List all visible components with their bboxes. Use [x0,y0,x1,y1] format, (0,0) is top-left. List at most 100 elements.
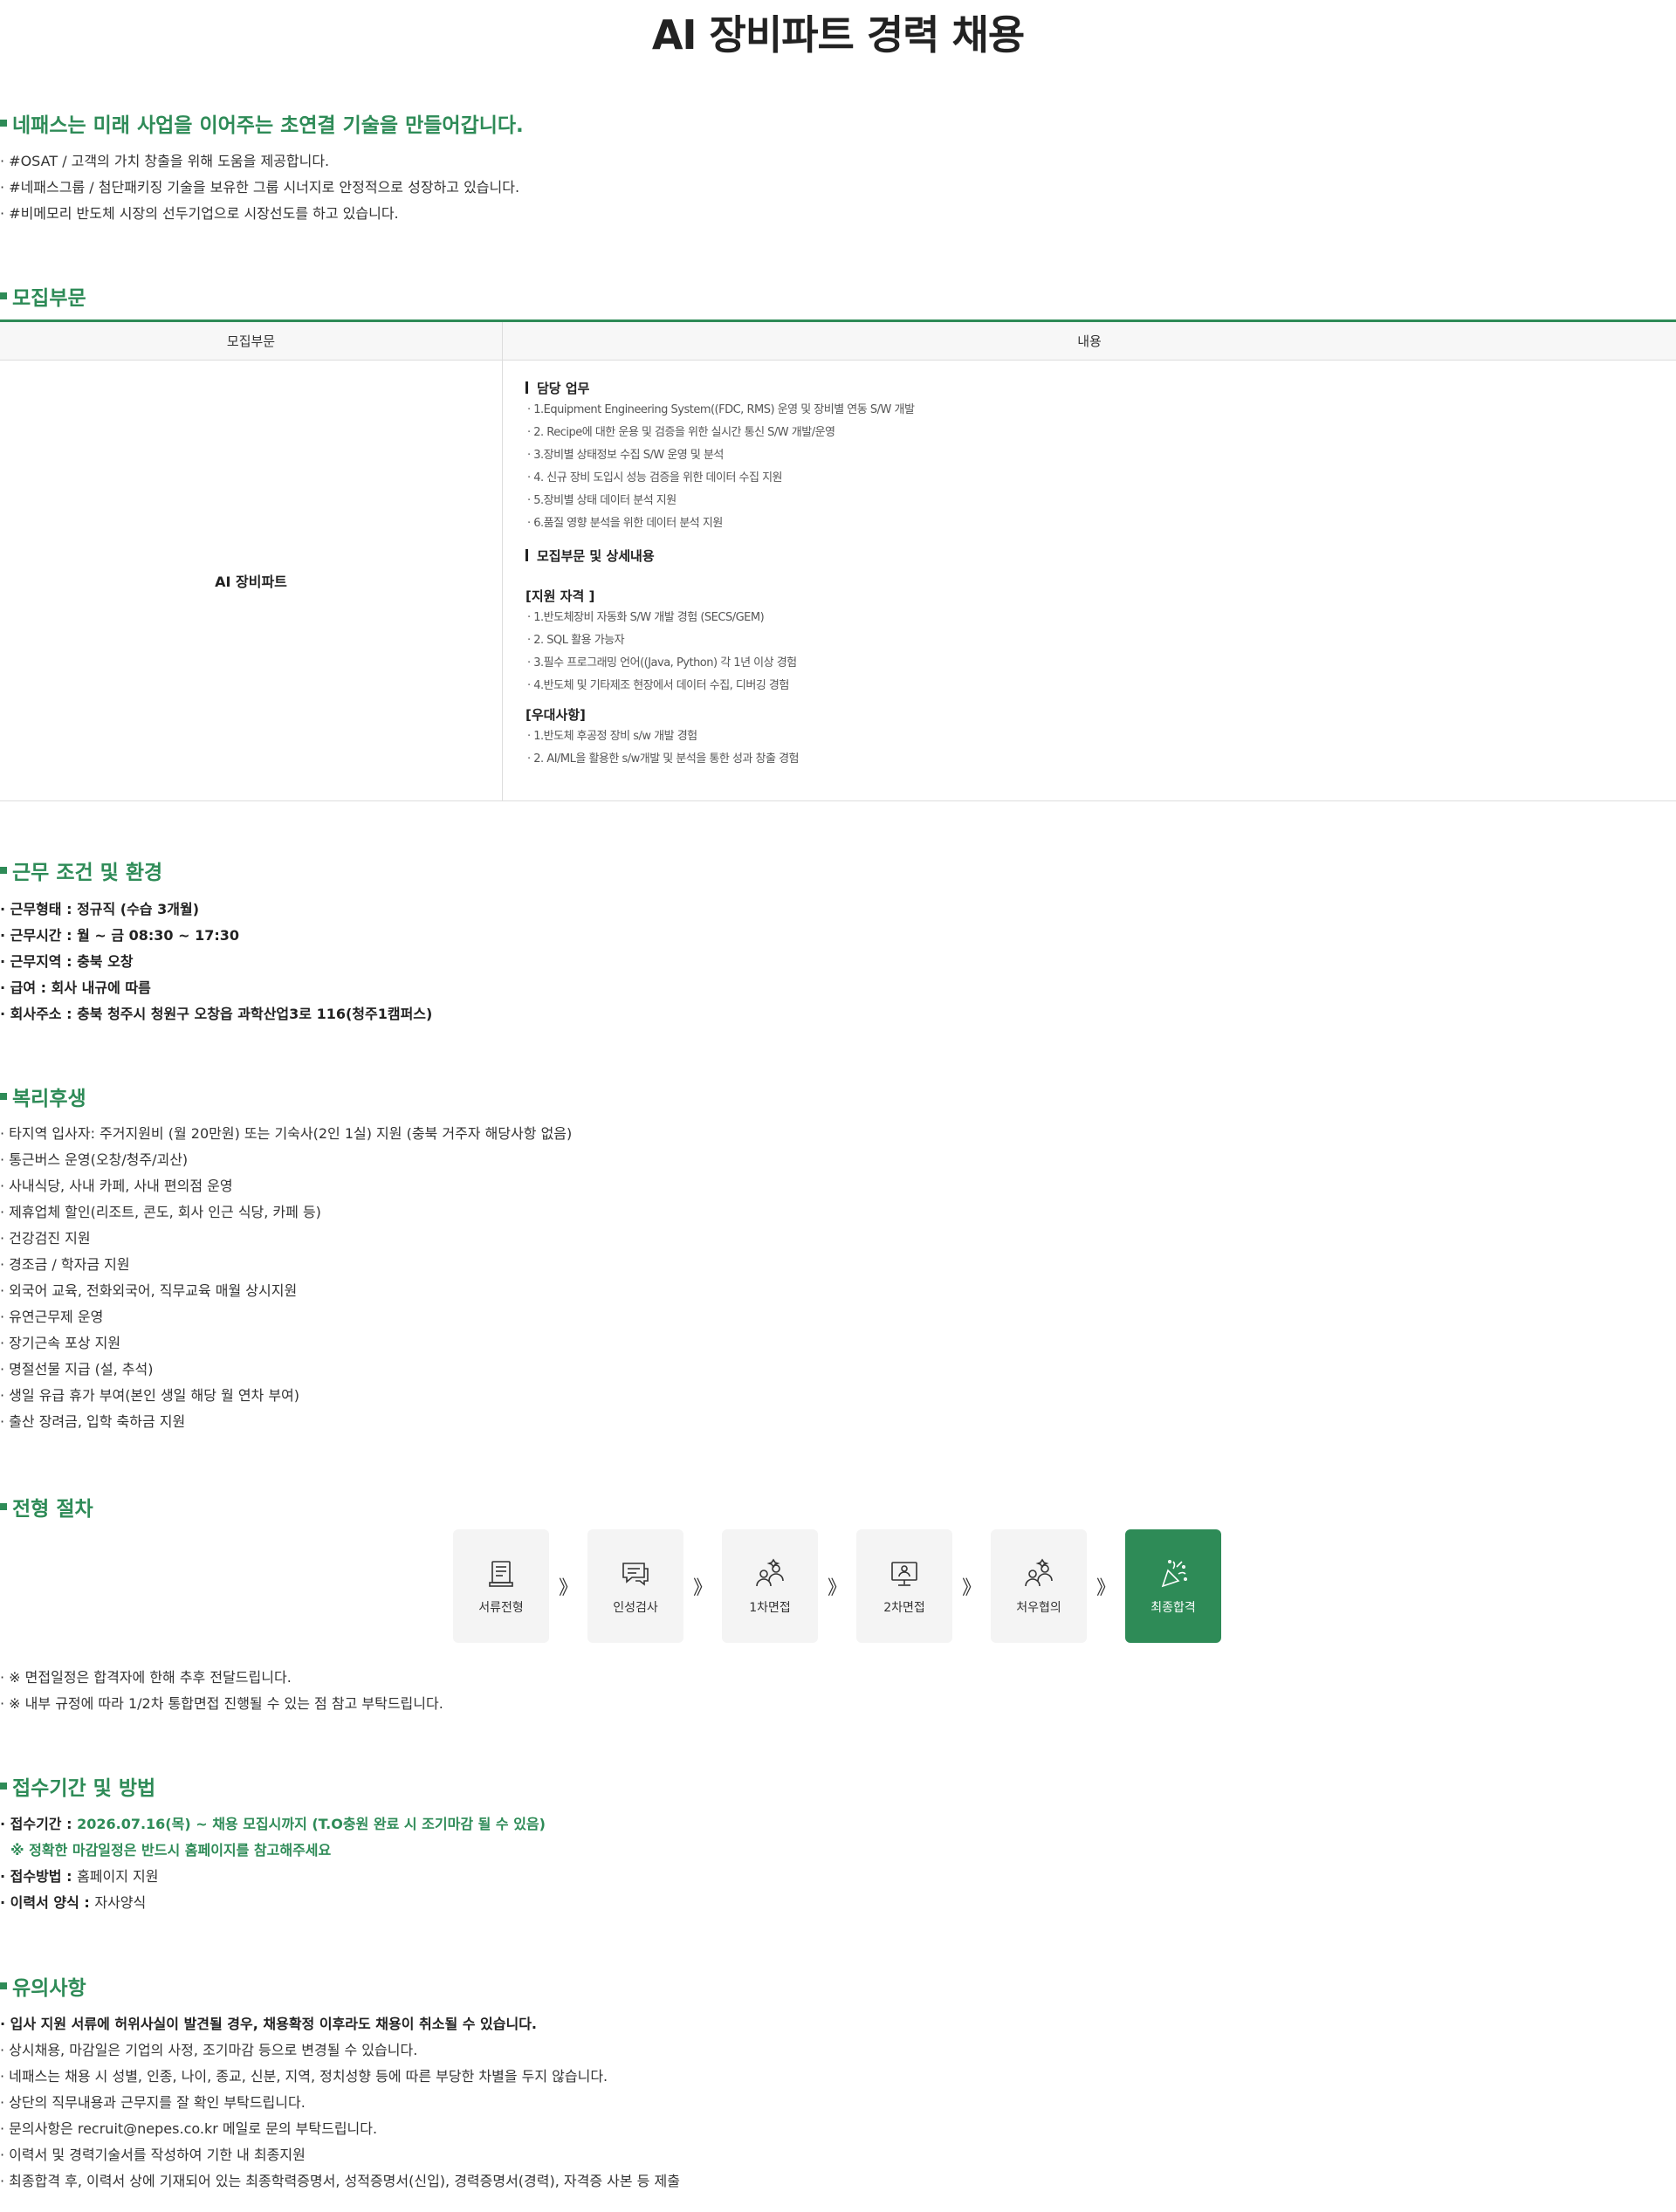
notice-heading-text: 유의사항 [12,1977,86,2000]
intro-line: · #네패스그룹 / 첨단패키징 기술을 보유한 그룹 시너지로 안정적으로 성… [0,179,520,196]
welfare-line: · 외국어 교육, 전화외국어, 직무교육 매월 상시지원 [0,1282,298,1299]
notice-heading: 유의사항 [0,1971,86,2001]
welfare-line: · 사내식당, 사내 카페, 사내 편의점 운영 [0,1178,233,1194]
people-icon [752,1556,787,1591]
notice-line: · 네패스는 채용 시 성별, 인종, 나이, 종교, 신분, 지역, 정치성향… [0,2068,608,2085]
chevron-right-icon: 》 [558,1577,578,1599]
notice-list: · 입사 지원 서류에 허위사실이 발견될 경우, 채용확정 이후라도 채용이 … [0,2011,1659,2195]
recruit-heading-text: 모집부문 [12,287,86,310]
qual-item: · 1.반도체장비 자동화 S/W 개발 경험 (SECS/GEM) [527,611,765,624]
step-label: 최종합격 [1151,1601,1196,1615]
title-bar [525,381,528,394]
apply-period: · 접수기간 : 2026.07.16(목) ~ 채용 모집시까지 (T.O충원… [0,1811,1659,1838]
pref-title: [우대사항] [525,707,586,723]
welfare-line: · 명절선물 지급 (설, 추석) [0,1361,154,1377]
welfare-line: · 출산 장려금, 입학 축하금 지원 [0,1413,186,1430]
column-header-content: 내용 [1077,333,1102,349]
conditions-heading-text: 근무 조건 및 환경 [12,862,163,884]
conditions-list: · 근무형태 : 정규직 (수습 3개월) · 근무시간 : 월 ~ 금 08:… [0,896,1659,1027]
pref-item: · 1.반도체 후공정 장비 s/w 개발 경험 [527,730,697,743]
method-value: 홈페이지 지원 [77,1868,159,1885]
process-step-document: 서류전형 [453,1529,549,1643]
qual-item: · 3.필수 프로그래밍 언어((Java, Python) 각 1년 이상 경… [527,656,797,670]
welfare-line: · 장기근속 포상 지원 [0,1335,121,1351]
intro-line: · #비메모리 반도체 시장의 선두기업으로 시장선도를 하고 있습니다. [0,205,399,222]
condition-line: · 회사주소 : 충북 청주시 청원구 오창읍 과학산업3로 116(청주1캠퍼… [0,1006,433,1022]
intro-heading: 네패스는 미래 사업을 이어주는 초연결 기술을 만들어갑니다. [0,108,524,138]
qual-item: · 4.반도체 및 기타제조 현장에서 데이터 수집, 디버깅 경험 [527,679,789,692]
duty-item: · 4. 신규 장비 도입시 성능 검증을 위한 데이터 수집 지원 [527,471,783,484]
recruit-table: 모집부문 내용 AI 장비파트 담당 업무 · 1.Equipment Engi… [0,319,1676,801]
chevron-right-icon: 》 [1096,1577,1116,1599]
qual-item: · 2. SQL 활용 가능자 [527,634,625,647]
notice-line: · 상시채용, 마감일은 기업의 사정, 조기마감 등으로 변경될 수 있습니다… [0,2042,418,2058]
conditions-heading: 근무 조건 및 환경 [0,855,162,885]
process-note: · ※ 면접일정은 합격자에 한해 추후 전달드립니다. [0,1669,292,1686]
notice-line: · 상단의 직무내용과 근무지를 잘 확인 부탁드립니다. [0,2094,306,2111]
notice-line: · 최종합격 후, 이력서 상에 기재되어 있는 최종학력증명서, 성적증명서(… [0,2173,680,2189]
section-marker [0,1503,7,1510]
qual-title: [지원 자격 ] [525,588,595,604]
condition-line: · 근무형태 : 정규직 (수습 3개월) [0,901,200,917]
step-label: 2차면접 [883,1601,925,1615]
chevron-right-icon: 》 [692,1577,712,1599]
apply-form: · 이력서 양식 : 자사양식 [0,1890,1659,1916]
process-step-final-pass: 최종합격 [1125,1529,1221,1643]
section-marker [0,292,7,299]
duty-item: · 5.장비별 상태 데이터 분석 지원 [527,494,677,507]
step-label: 처우협의 [1016,1601,1061,1615]
table-header-row: 모집부문 내용 [0,322,1676,361]
step-label: 서류전형 [478,1601,524,1615]
welfare-heading-text: 복리후생 [12,1088,86,1110]
period-label: · 접수기간 : [0,1816,78,1832]
welfare-list: · 타지역 입사자: 주거지원비 (월 20만원) 또는 기숙사(2인 1실) … [0,1121,1659,1435]
condition-line: · 근무시간 : 월 ~ 금 08:30 ~ 17:30 [0,927,240,944]
process-step-second-interview: 2차면접 [856,1529,952,1643]
duty-item: · 6.품질 영향 분석을 위한 데이터 분석 지원 [527,517,723,530]
process-step-first-interview: 1차면접 [722,1529,818,1643]
apply-heading: 접수기간 및 방법 [0,1771,155,1801]
welfare-line: · 통근버스 운영(오창/청주/괴산) [0,1151,189,1168]
duty-item: · 2. Recipe에 대한 운용 및 검증을 위한 실시간 통신 S/W 개… [527,426,835,439]
process-step-negotiation: 처우협의 [991,1529,1087,1643]
notice-line: · 문의사항은 recruit@nepes.co.kr 메일로 문의 부탁드립니… [0,2120,378,2137]
table-row: AI 장비파트 담당 업무 · 1.Equipment Engineering … [0,361,1676,801]
intro-heading-text: 네패스는 미래 사업을 이어주는 초연결 기술을 만들어갑니다. [12,114,524,137]
welfare-line: · 제휴업체 할인(리조트, 콘도, 회사 인근 식당, 카페 등) [0,1204,321,1220]
apply-method: · 접수방법 : 홈페이지 지원 [0,1864,1659,1890]
people-icon [1021,1556,1056,1591]
form-value: 자사양식 [94,1894,147,1911]
monitor-person-icon [887,1556,922,1591]
period-value: 2026.07.16(목) ~ 채용 모집시까지 (T.O충원 완료 시 조기마… [77,1816,546,1832]
welfare-line: · 경조금 / 학자금 지원 [0,1256,130,1273]
recruit-content-cell: 담당 업무 · 1.Equipment Engineering System((… [503,361,1676,800]
notice-line: · 이력서 및 경력기술서를 작성하여 기한 내 최종지원 [0,2147,306,2163]
notice-line-important: · 입사 지원 서류에 허위사실이 발견될 경우, 채용확정 이후라도 채용이 … [0,2016,537,2032]
form-label: · 이력서 양식 : [0,1894,95,1911]
document-icon [484,1556,519,1591]
step-label: 1차면접 [749,1601,791,1615]
step-label: 인성검사 [613,1601,658,1615]
detail-title-text: 모집부문 및 상세내용 [537,548,655,564]
intro-line: · #OSAT / 고객의 가치 창출을 위해 도움을 제공합니다. [0,153,330,169]
welfare-line: · 건강검진 지원 [0,1230,91,1247]
welfare-heading: 복리후생 [0,1082,86,1111]
recruit-part-cell: AI 장비파트 [0,361,503,800]
welfare-line: · 생일 유급 휴가 부여(본인 생일 해당 월 연차 부여) [0,1387,300,1404]
duty-title: 담당 업무 [525,378,1676,399]
page-title: AI 장비파트 경력 채용 [651,11,1025,58]
process-step-personality-test: 인성검사 [587,1529,683,1643]
duty-item: · 1.Equipment Engineering System((FDC, R… [527,403,915,416]
welfare-line: · 유연근무제 운영 [0,1309,104,1325]
welfare-line: · 타지역 입사자: 주거지원비 (월 20만원) 또는 기숙사(2인 1실) … [0,1125,573,1142]
condition-line: · 근무지역 : 충북 오창 [0,953,134,970]
process-notes: · ※ 면접일정은 합격자에 한해 추후 전달드립니다. · ※ 내부 규정에 … [0,1665,1659,1717]
section-marker [0,1093,7,1100]
process-heading-text: 전형 절차 [12,1498,93,1521]
recruit-heading: 모집부문 [0,281,86,311]
chevron-right-icon: 》 [961,1577,981,1599]
pref-item: · 2. AI/ML을 활용한 s/w개발 및 분석을 통한 성과 창출 경험 [527,752,800,766]
method-label: · 접수방법 : [0,1868,78,1885]
process-heading: 전형 절차 [0,1492,93,1522]
intro-list: · #OSAT / 고객의 가치 창출을 위해 도움을 제공합니다. · #네패… [0,148,1659,227]
